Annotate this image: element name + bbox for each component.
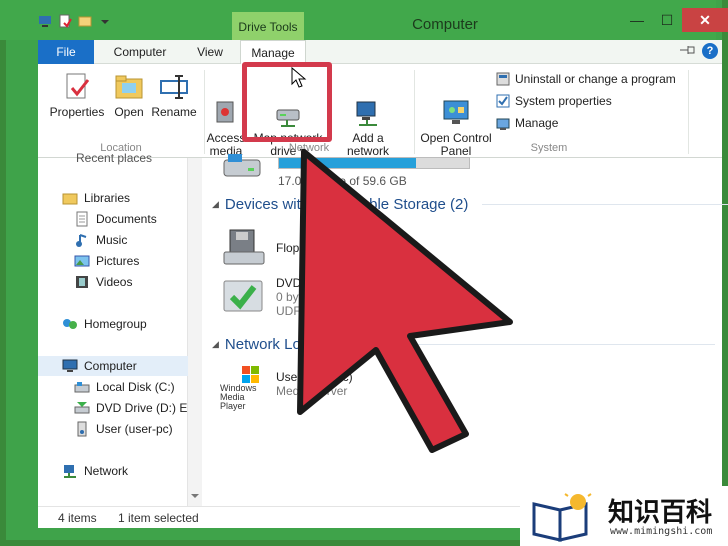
recent-places-icon [54,150,70,166]
rename-button[interactable]: Rename [150,72,198,119]
navigation-pane: Recent places Libraries Documents Music … [38,151,195,506]
dvd-drive-icon [74,400,90,416]
network-location-icon [353,85,383,126]
close-button[interactable]: ✕ [682,8,728,32]
music-icon [74,232,90,248]
rename-label: Rename [151,105,197,119]
videos-icon [74,274,90,290]
system-properties-label: System properties [515,94,612,108]
mouse-cursor-icon [291,66,307,88]
media-icon [211,85,241,123]
navigation-scrollbar[interactable] [188,158,202,506]
system-group-label: System [530,142,568,154]
tab-manage[interactable]: Manage [240,40,306,64]
system-properties-button[interactable]: System properties [496,94,612,108]
media-server-title: User (user-pc) [276,370,353,384]
window-title: Computer [412,16,478,33]
nav-item-computer[interactable]: Computer [38,356,188,376]
dvd-drive-filesystem: UDF [276,304,301,318]
manage-label: Manage [515,116,559,130]
open-folder-icon [114,72,144,102]
manage-icon [496,116,510,130]
status-item-count: 4 items [58,511,97,525]
maximize-button[interactable]: ☐ [652,8,682,32]
dvd-drive-title: DVD Drive (D:) [276,276,356,290]
ribbon-tabs: File Computer View Manage ? [38,40,722,64]
media-server-icon [74,421,90,437]
help-icon[interactable]: ? [702,43,718,59]
window-controls: — ☐ ✕ [622,8,728,32]
section-network-location[interactable]: ◢ Network Location [212,336,715,353]
disk-usage-text: 17.0 GB free of 59.6 GB [278,174,407,188]
uninstall-label: Uninstall or change a program [515,72,676,86]
highlight-box [242,62,332,142]
computer-icon [62,358,78,374]
properties-label: Properties [49,105,105,119]
hard-disk-icon [74,379,90,395]
open-button[interactable]: Open [108,72,150,119]
dvd-drive-free: 0 bytes free [276,290,339,304]
properties-icon [62,72,92,102]
minimize-button[interactable]: — [622,8,652,32]
media-server-subtitle: Media Server [276,384,348,398]
collapse-triangle-icon: ◢ [212,199,219,209]
pin-ribbon-icon[interactable] [678,44,696,59]
disk-usage-bar [278,157,470,169]
network-icon [62,463,78,479]
dvd-drive-item[interactable]: DVD Drive (D:) 0 bytes free UDF [220,276,356,318]
system-properties-icon [496,94,510,108]
content-pane: 17.0 GB free of 59.6 GB ◢ Devices with R… [202,154,728,506]
section-removable-storage[interactable]: ◢ Devices with Removable Storage (2) [212,196,728,213]
nav-item-recent-places[interactable]: Recent places [54,148,204,168]
group-separator [688,70,689,154]
uninstall-program-button[interactable]: Uninstall or change a program [496,72,676,86]
ribbon: Properties Open Rename Location Access m… [38,64,722,171]
floppy-drive-icon [220,228,268,268]
watermark: 知识百科 www.mimingshi.com [520,486,728,546]
media-server-item[interactable]: Windows Media Player User (user-pc) Medi… [220,364,353,411]
pictures-icon [74,253,90,269]
tab-view[interactable]: View [184,40,236,64]
status-selected-count: 1 item selected [118,511,199,525]
tab-file[interactable]: File [38,40,94,64]
watermark-chinese-text: 知识百科 [608,498,713,528]
properties-button[interactable]: Properties [48,72,106,119]
windows-media-player-logo: Windows Media Player [220,364,268,411]
watermark-url: www.mimingshi.com [610,526,713,537]
floppy-drive-label: Floppy Disk Drive (A:) [276,241,393,255]
open-label: Open [114,105,144,119]
floppy-drive-item[interactable]: Floppy Disk Drive (A:) [220,228,393,268]
control-panel-icon [441,85,471,124]
disk-usage-fill [279,158,416,168]
manage-button[interactable]: Manage [496,116,558,130]
rename-icon [159,72,189,102]
collapse-triangle-icon: ◢ [212,339,219,349]
libraries-icon [62,190,78,206]
documents-icon [74,211,90,227]
tab-computer[interactable]: Computer [96,40,184,64]
book-lightbulb-logo [532,490,592,542]
uninstall-icon [496,72,510,86]
dvd-drive-icon [220,277,268,317]
wmp-logo-text: Windows Media Player [220,383,257,411]
homegroup-icon [62,316,78,332]
hard-disk-icon [220,152,268,192]
